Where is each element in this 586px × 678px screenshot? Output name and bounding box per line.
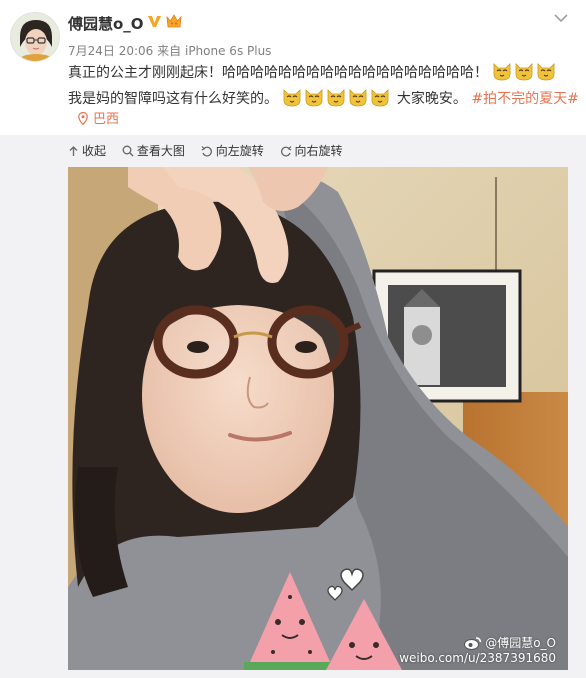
dog-face-emoji-icon	[536, 61, 556, 81]
post-device[interactable]: iPhone 6s Plus	[185, 44, 271, 58]
dog-face-emoji-icon	[514, 61, 534, 81]
view-large-label: 查看大图	[136, 144, 185, 158]
rotate-right-button[interactable]: 向右旋转	[280, 142, 343, 159]
rotate-left-label: 向左旋转	[215, 144, 264, 158]
dog-face-emoji-icon	[492, 61, 512, 81]
weibo-logo-icon	[464, 637, 482, 650]
dog-face-emoji-icon	[282, 87, 302, 107]
dog-face-emoji-icon	[326, 87, 346, 107]
post-photo[interactable]: @傅园慧o_O weibo.com/u/2387391680	[68, 167, 568, 670]
rotate-right-label: 向右旋转	[294, 144, 343, 158]
watermark-name: @傅园慧o_O	[485, 636, 556, 650]
location-label: 巴西	[93, 112, 120, 127]
rotate-left-icon	[201, 146, 212, 157]
selfie-illustration	[68, 167, 568, 670]
dog-face-emoji-icon	[370, 87, 390, 107]
watermark-url: weibo.com/u/2387391680	[399, 651, 556, 665]
dog-face-emoji-icon	[304, 87, 324, 107]
photo-watermark: @傅园慧o_O weibo.com/u/2387391680	[399, 636, 556, 666]
collapse-button[interactable]: 收起	[68, 142, 106, 159]
post-date[interactable]: 7月24日 20:06	[68, 44, 153, 58]
magnifier-icon	[122, 145, 134, 157]
emoji-group-2	[282, 89, 392, 107]
collapse-icon	[69, 146, 78, 156]
post-text-line-2: 我是妈的智障吗这有什么好笑的。 大家晚安。 #拍不完的夏天#	[68, 86, 579, 112]
post-text-content-2: 我是妈的智障吗这有什么好笑的。	[68, 91, 278, 107]
location-pin-icon	[78, 111, 88, 126]
crown-icon	[166, 14, 182, 28]
weibo-post: 傅园慧o_O 7月24日 20:06 来自 iPhone 6s Plus 真正的…	[0, 0, 586, 135]
source-prefix: 来自	[157, 44, 182, 58]
image-toolbar: 收起 查看大图 向左旋转 向右旋转	[68, 142, 355, 160]
post-text-line-1: 真正的公主才刚刚起床！哈哈哈哈哈哈哈哈哈哈哈哈哈哈哈哈哈哈！	[68, 60, 576, 86]
post-text: 真正的公主才刚刚起床！哈哈哈哈哈哈哈哈哈哈哈哈哈哈哈哈哈哈！ 我是妈的智障吗这有…	[68, 60, 579, 112]
avatar[interactable]	[10, 12, 60, 62]
location-link[interactable]: 巴西	[78, 108, 119, 127]
post-meta: 7月24日 20:06 来自 iPhone 6s Plus	[68, 42, 271, 59]
post-text-content-1: 真正的公主才刚刚起床！哈哈哈哈哈哈哈哈哈哈哈哈哈哈哈哈哈哈！	[68, 65, 488, 81]
emoji-group-1	[492, 63, 558, 81]
rotate-left-button[interactable]: 向左旋转	[201, 142, 264, 159]
collapse-label: 收起	[82, 144, 107, 158]
rotate-right-icon	[280, 146, 291, 157]
topic-link[interactable]: #拍不完的夏天#	[471, 91, 578, 107]
dog-face-emoji-icon	[348, 87, 368, 107]
post-text-content-3: 大家晚安。	[396, 91, 467, 107]
verified-v-icon	[148, 16, 161, 27]
chevron-down-icon[interactable]	[553, 12, 569, 24]
view-large-button[interactable]: 查看大图	[122, 142, 185, 159]
username[interactable]: 傅园慧o_O	[68, 13, 144, 34]
